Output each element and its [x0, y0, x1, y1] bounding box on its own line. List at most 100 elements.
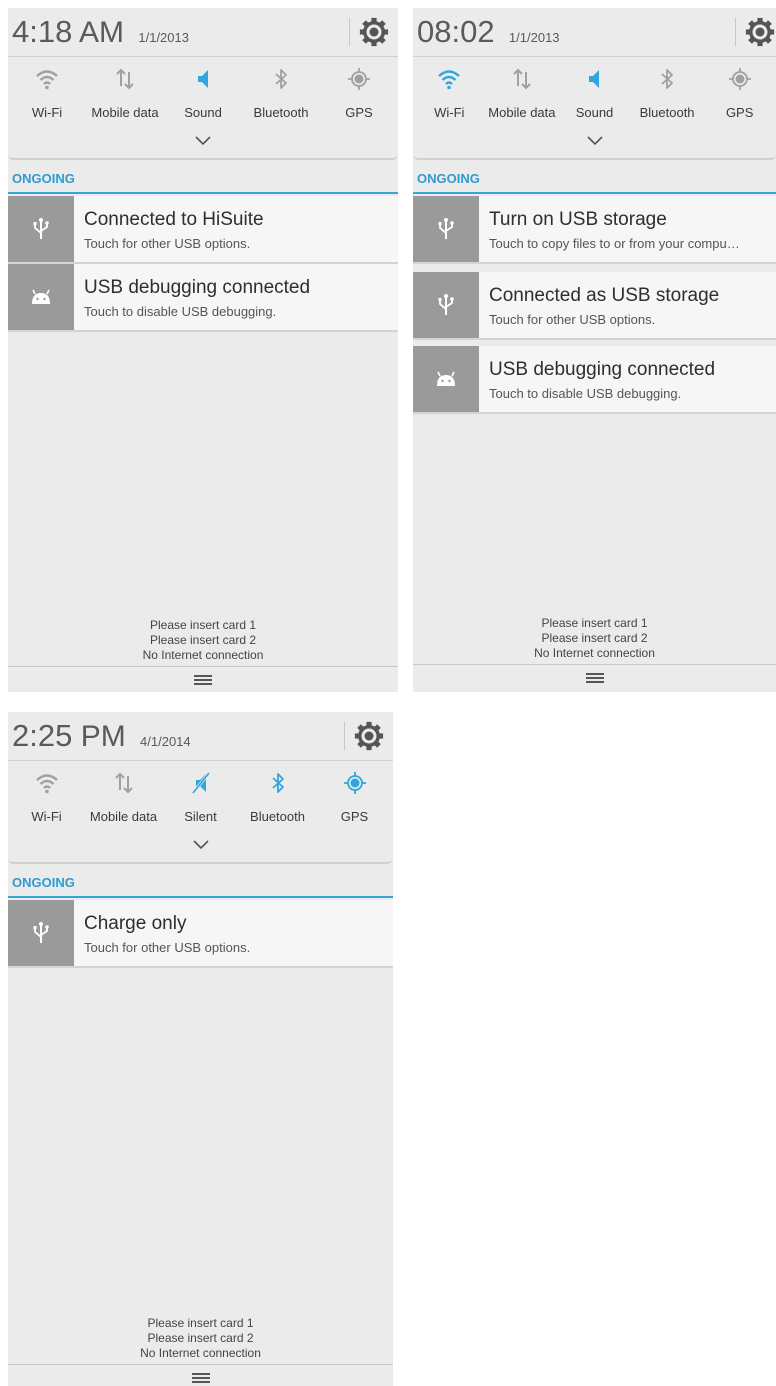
header-divider	[344, 722, 345, 750]
carrier-status: Please insert card 1 Please insert card …	[413, 616, 776, 661]
toggle-silent[interactable]: Silent	[162, 762, 239, 830]
menu-handle-icon	[194, 675, 212, 685]
carrier-status: Please insert card 1 Please insert card …	[8, 618, 398, 663]
toggle-mobile-data[interactable]: Mobile data	[486, 58, 559, 126]
toggle-gps[interactable]: GPS	[316, 762, 393, 830]
menu-handle-icon	[585, 673, 604, 683]
clock-ampm: PM	[80, 720, 126, 753]
bluetooth-icon	[271, 773, 284, 793]
quick-settings-row: Wi-Fi Mobile data Sound Bluetooth GPS	[413, 58, 776, 126]
android-icon	[32, 289, 50, 304]
notification-subtitle: Touch for other USB options.	[84, 236, 251, 251]
notification-item[interactable]: USB debugging connected Touch to disable…	[8, 264, 398, 332]
toggle-mobile-data[interactable]: Mobile data	[85, 762, 162, 830]
notification-icon-box	[8, 900, 74, 966]
settings-gear-icon[interactable]	[353, 720, 385, 752]
notification-title: Charge only	[84, 913, 187, 934]
toggle-sound[interactable]: Sound	[558, 58, 631, 126]
toggle-label: GPS	[340, 809, 369, 824]
clock-ampm: AM	[79, 16, 125, 49]
date-label: 1/1/2013	[508, 30, 560, 45]
notification-shade-1: 4:18 AM 1/1/2013 Wi-Fi Mobile data Sound…	[8, 8, 398, 692]
status-line: No Internet connection	[140, 1346, 261, 1360]
notification-subtitle: Touch to copy files to or from your comp…	[489, 236, 740, 251]
toggle-label: Wi-Fi	[31, 105, 63, 120]
notification-title: Connected to HiSuite	[84, 209, 264, 230]
clock-time: 08:02	[417, 14, 495, 49]
status-line: No Internet connection	[142, 648, 264, 662]
status-line: Please insert card 2	[149, 633, 257, 647]
gps-icon	[348, 68, 370, 90]
toggle-bluetooth[interactable]: Bluetooth	[631, 58, 704, 126]
usb-icon	[33, 922, 49, 943]
date-label: 1/1/2013	[138, 30, 189, 45]
notification-subtitle: Touch for other USB options.	[489, 312, 656, 327]
clock[interactable]: 08:02 1/1/2013	[417, 14, 560, 50]
notification-title: Connected as USB storage	[489, 285, 720, 306]
expand-toggles-button[interactable]	[8, 832, 393, 864]
mobile-data-icon	[116, 68, 134, 90]
notification-item[interactable]: Charge only Touch for other USB options.	[8, 900, 393, 968]
settings-gear-icon[interactable]	[358, 16, 390, 48]
drag-handle[interactable]	[413, 664, 776, 691]
notification-item[interactable]: Turn on USB storage Touch to copy files …	[413, 196, 776, 264]
toggle-wifi[interactable]: Wi-Fi	[413, 58, 486, 126]
drag-handle[interactable]	[8, 666, 398, 692]
section-header-ongoing: ONGOING	[8, 164, 398, 194]
toggle-gps[interactable]: GPS	[703, 58, 776, 126]
toggle-mobile-data[interactable]: Mobile data	[86, 58, 164, 126]
wifi-icon	[35, 774, 58, 794]
toggle-label: Mobile data	[488, 105, 556, 120]
toggle-bluetooth[interactable]: Bluetooth	[242, 58, 320, 126]
notification-subtitle: Touch to disable USB debugging.	[489, 386, 682, 401]
mobile-data-icon	[114, 772, 133, 794]
section-label: ONGOING	[12, 171, 75, 186]
status-line: Please insert card 1	[541, 616, 648, 630]
toggle-label: GPS	[345, 105, 373, 120]
notification-item[interactable]: USB debugging connected Touch to disable…	[413, 346, 776, 414]
notification-shade-3: 2:25 PM 4/1/2014 Wi-Fi Mobile data Silen…	[8, 712, 393, 1386]
settings-gear-icon[interactable]	[744, 16, 776, 48]
notification-subtitle: Touch to disable USB debugging.	[84, 304, 277, 319]
sound-icon	[198, 70, 208, 88]
toggle-sound[interactable]: Sound	[164, 58, 242, 126]
toggle-wifi[interactable]: Wi-Fi	[8, 762, 85, 830]
toggle-label: Wi-Fi	[31, 809, 62, 824]
notification-item[interactable]: Connected to HiSuite Touch for other USB…	[8, 196, 398, 264]
notification-icon-box	[8, 196, 74, 262]
toggle-label: Bluetooth	[639, 105, 695, 120]
toggle-wifi[interactable]: Wi-Fi	[8, 58, 86, 126]
status-header: 4:18 AM 1/1/2013	[8, 8, 398, 57]
header-divider	[349, 18, 350, 46]
chevron-down-icon	[195, 136, 211, 146]
section-header-ongoing: ONGOING	[8, 868, 393, 898]
silent-icon	[191, 772, 210, 794]
clock-time: 2:25	[12, 718, 73, 753]
section-header-ongoing: ONGOING	[413, 164, 776, 194]
quick-settings-row: Wi-Fi Mobile data Sound Bluetooth GPS	[8, 58, 398, 126]
android-icon	[437, 371, 455, 386]
bluetooth-icon	[661, 69, 673, 89]
clock[interactable]: 2:25 PM 4/1/2014	[12, 718, 191, 754]
notification-item[interactable]: Connected as USB storage Touch for other…	[413, 272, 776, 340]
status-header: 2:25 PM 4/1/2014	[8, 712, 393, 761]
expand-toggles-button[interactable]	[8, 128, 398, 160]
toggle-label: Silent	[184, 809, 217, 824]
toggle-label: Sound	[575, 105, 614, 120]
sound-icon	[589, 70, 600, 88]
usb-icon	[33, 218, 49, 239]
notification-title: Turn on USB storage	[489, 209, 667, 230]
toggle-bluetooth[interactable]: Bluetooth	[239, 762, 316, 830]
toggle-label: Mobile data	[91, 105, 159, 120]
usb-icon	[438, 218, 454, 239]
toggle-label: Mobile data	[89, 809, 158, 824]
toggle-gps[interactable]: GPS	[320, 58, 398, 126]
status-line: Please insert card 2	[147, 1331, 254, 1345]
bluetooth-icon	[275, 69, 287, 89]
clock[interactable]: 4:18 AM 1/1/2013	[12, 14, 189, 50]
expand-toggles-button[interactable]	[413, 128, 776, 160]
status-line: No Internet connection	[534, 646, 655, 660]
drag-handle[interactable]	[8, 1364, 393, 1386]
gps-icon	[343, 772, 366, 794]
header-divider	[735, 18, 736, 46]
